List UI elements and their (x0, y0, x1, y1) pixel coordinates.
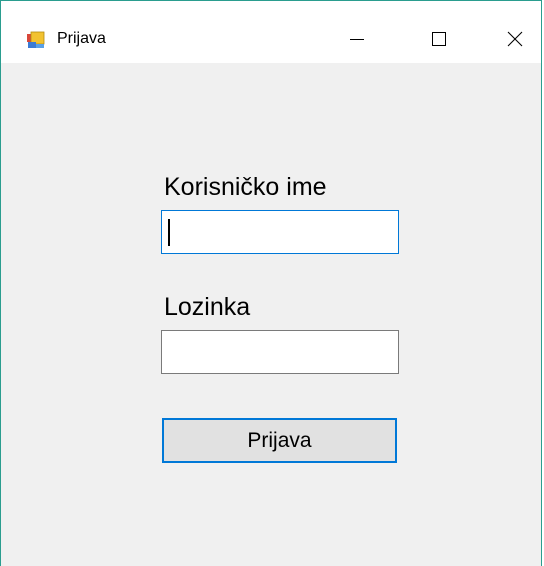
minimize-button[interactable] (335, 19, 379, 59)
text-caret (168, 219, 170, 246)
login-button[interactable]: Prijava (162, 418, 397, 463)
title-bar[interactable]: Prijava (1, 1, 541, 63)
username-input[interactable] (161, 210, 399, 254)
maximize-icon (432, 32, 446, 46)
close-button[interactable] (493, 19, 537, 59)
password-label: Lozinka (164, 293, 251, 321)
app-icon (27, 31, 45, 48)
close-icon (507, 31, 523, 47)
login-window: Prijava Korisničko ime Lozinka Prijava (0, 0, 542, 566)
password-input[interactable] (161, 330, 399, 374)
minimize-icon (350, 39, 364, 40)
username-label: Korisničko ime (164, 173, 327, 201)
maximize-button[interactable] (417, 19, 461, 59)
window-title: Prijava (57, 30, 106, 47)
